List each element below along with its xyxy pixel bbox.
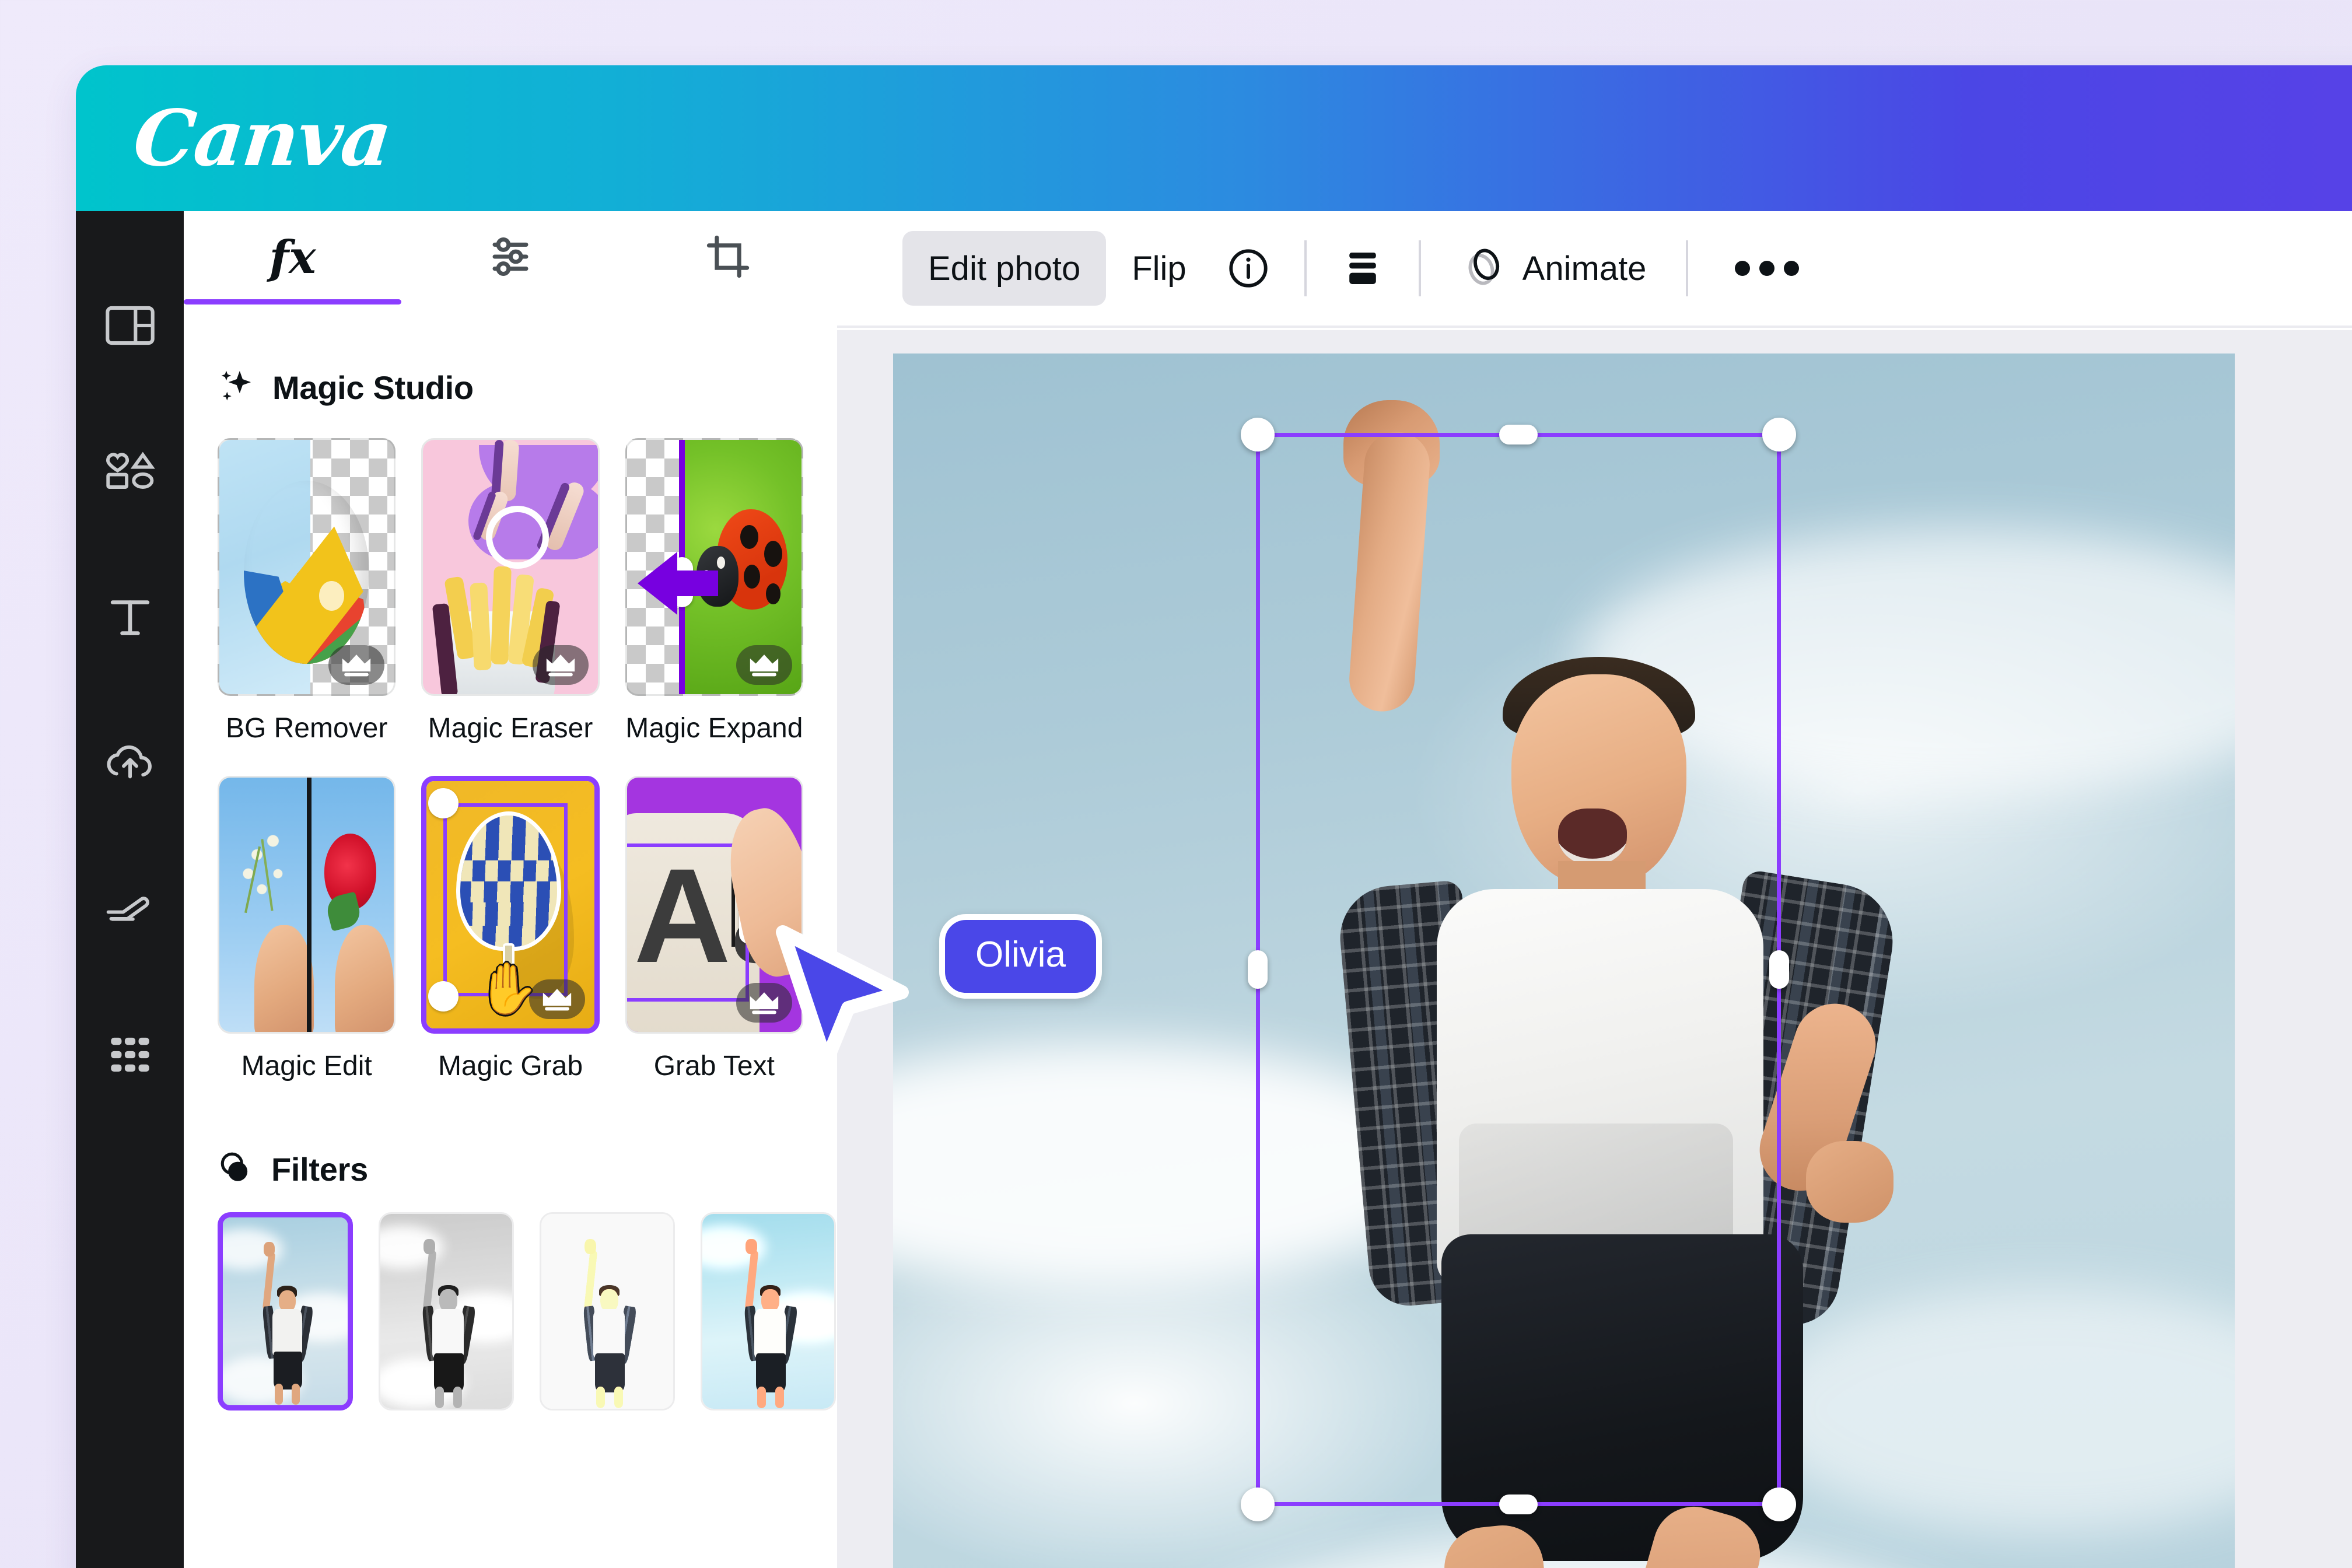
tool-magic-edit[interactable]: Magic Edit (218, 776, 396, 1114)
magic-edit-art (219, 778, 394, 1032)
magic-studio-header: Magic Studio (184, 368, 837, 408)
flip-button[interactable]: Flip (1106, 231, 1212, 306)
pro-crown-badge (736, 645, 792, 685)
tab-active-underline (184, 299, 402, 304)
pro-crown-badge (532, 645, 589, 685)
hot-air-balloon-graphic (460, 816, 558, 984)
edit-photo-button[interactable]: Edit photo (902, 231, 1107, 306)
tool-magic-expand[interactable]: Magic Expand (625, 438, 803, 776)
sparkle-stars-icon (218, 368, 255, 408)
crop-icon (705, 234, 751, 282)
filter-option-cool[interactable] (701, 1212, 836, 1410)
filters-thumbnail-row (184, 1212, 837, 1410)
tool-label: Magic Grab (438, 1051, 583, 1082)
position-layers-icon[interactable] (1326, 232, 1399, 304)
tool-label: Magic Eraser (428, 713, 593, 744)
tool-thumb-magic-expand (625, 438, 803, 696)
tab-crop[interactable] (620, 211, 837, 304)
collaborator-name-label: Olivia (939, 914, 1102, 999)
pro-crown-badge (528, 979, 585, 1019)
sidebar-item-elements[interactable] (92, 433, 169, 510)
sidebar-item-apps[interactable] (92, 1016, 169, 1093)
filter-option-grayscale[interactable] (379, 1212, 514, 1410)
ladybug-graphic (696, 496, 788, 628)
filters-title: Filters (271, 1151, 368, 1188)
tool-label: Magic Edit (241, 1051, 372, 1082)
sidebar-item-text[interactable] (92, 579, 169, 656)
fx-icon: fx (269, 231, 316, 284)
filter-thumb (379, 1212, 514, 1410)
brand-header-bar: Canva (76, 65, 2352, 211)
tool-thumb-magic-edit (218, 776, 396, 1034)
more-horizontal-icon[interactable] (1708, 232, 1826, 304)
animate-label: Animate (1522, 249, 1647, 288)
hand-graphic (334, 925, 394, 1032)
tool-bg-remover[interactable]: BG Remover (218, 438, 396, 776)
photo-effects-panel: fx Magic Studio BG Remover Magic Eraser … (184, 211, 837, 1568)
jumping-man-figure (1208, 400, 1978, 1568)
tab-effects[interactable]: fx (184, 211, 402, 304)
toolbar-divider (1686, 240, 1689, 296)
tab-underline (620, 299, 837, 304)
adjust-sliders-icon (488, 234, 533, 282)
canva-app-window: Canva fx Magic Studio BG Remover Magic E… (76, 65, 2352, 1568)
filters-header: Filters (184, 1150, 837, 1189)
tool-thumb-bg-remover (218, 438, 396, 696)
filter-option-bright[interactable] (540, 1212, 675, 1410)
canvas-area: Edit photo Flip Animate (837, 211, 2352, 1568)
cursor-arrow-icon (776, 925, 909, 1069)
animate-rings-icon (1461, 243, 1508, 294)
toolbar-divider (1418, 240, 1421, 296)
layout-panels-icon (105, 304, 155, 346)
toolbar-divider (1304, 240, 1307, 296)
tab-underline (401, 299, 619, 304)
panel-scroll-body[interactable]: Magic Studio BG Remover Magic Eraser Mag… (184, 304, 837, 1568)
beach-ball-graphic (243, 481, 370, 664)
hand-graphic (254, 925, 314, 1032)
tool-thumb-magic-grab: ✋ (421, 776, 600, 1034)
canva-logo[interactable]: Canva (130, 93, 395, 184)
grid-dots-icon (107, 1031, 153, 1078)
filter-thumb (540, 1212, 675, 1410)
tool-label: Magic Expand (625, 713, 803, 744)
tool-magic-grab[interactable]: ✋ Magic Grab (421, 776, 600, 1114)
sidebar-item-uploads[interactable] (92, 724, 169, 802)
shapes-icon (104, 448, 156, 495)
tool-magic-eraser[interactable]: Magic Eraser (421, 438, 600, 776)
animate-button[interactable]: Animate (1441, 231, 1667, 306)
sidebar-item-design[interactable] (92, 287, 169, 364)
magic-studio-tool-grid: BG Remover Magic Eraser Magic Expand Mag… (184, 438, 837, 1114)
sidebar-item-draw[interactable] (92, 870, 169, 947)
left-nav-rail (76, 211, 184, 1568)
object-toolbar: Edit photo Flip Animate (837, 211, 2352, 328)
filter-thumb (218, 1212, 353, 1410)
tool-thumb-magic-eraser (421, 438, 600, 696)
text-t-icon (106, 593, 154, 641)
tool-label: BG Remover (225, 713, 388, 744)
pen-marker-icon (104, 891, 156, 927)
filter-thumb (701, 1212, 836, 1410)
info-circle-icon[interactable] (1212, 232, 1284, 304)
panel-tab-strip: fx (184, 211, 837, 304)
magic-studio-title: Magic Studio (272, 369, 474, 406)
pro-crown-badge (328, 645, 385, 685)
cloud-upload-icon (103, 741, 157, 785)
tab-adjust[interactable] (401, 211, 619, 304)
contrast-circles-icon (218, 1150, 254, 1189)
filter-option-none[interactable] (218, 1212, 353, 1410)
